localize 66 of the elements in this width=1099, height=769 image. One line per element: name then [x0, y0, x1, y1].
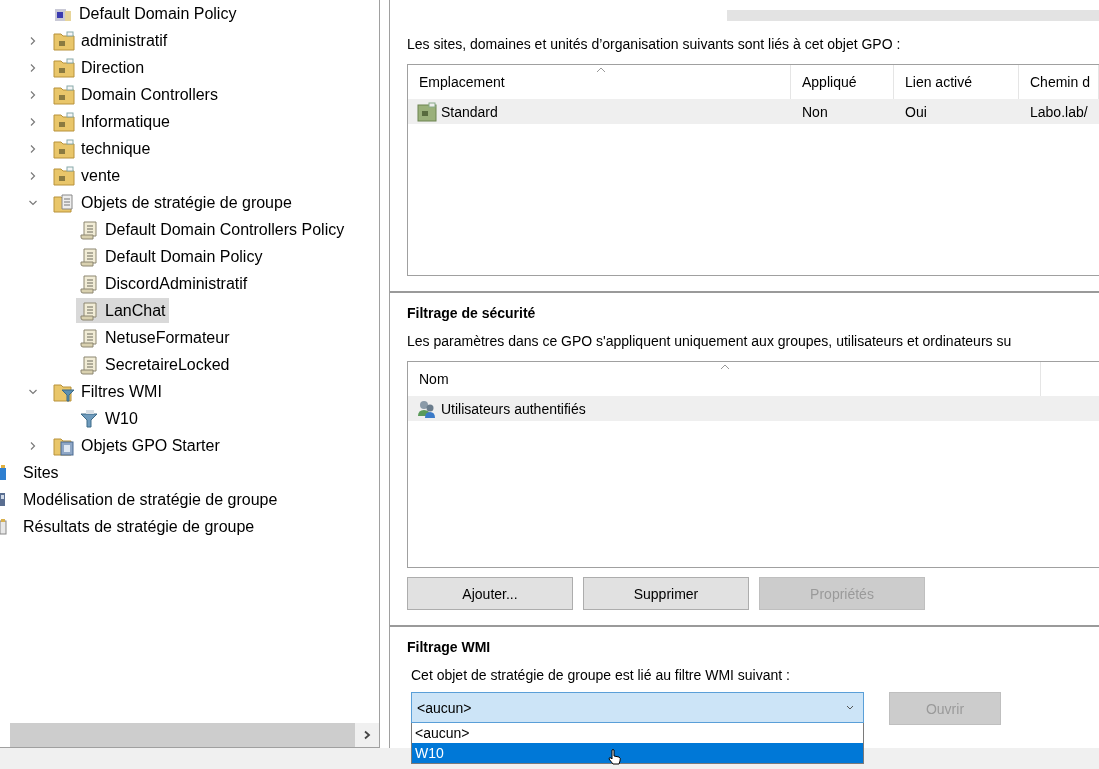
folder-icon: [53, 165, 75, 186]
tree-item[interactable]: Default Domain Controllers Policy: [76, 217, 348, 242]
tree-item[interactable]: Modélisation de stratégie de groupe: [0, 487, 281, 512]
tree-item[interactable]: SecretaireLocked: [76, 352, 233, 377]
tree-item[interactable]: administratif: [50, 28, 171, 53]
tree-item[interactable]: Objets GPO Starter: [50, 433, 223, 458]
chevron-icon[interactable]: [28, 116, 38, 127]
tree-item[interactable]: W10: [76, 406, 141, 431]
horizontal-scrollbar[interactable]: [10, 723, 379, 747]
section-title: Filtrage de sécurité: [407, 304, 537, 323]
folder-icon: [53, 138, 75, 159]
chevron-icon[interactable]: [28, 89, 38, 100]
folder-document-icon: [53, 435, 75, 456]
scroll-document-icon: [79, 300, 99, 321]
table-cell: Standard: [441, 103, 498, 120]
description-text: Les sites, domaines et unités d’organisation suivants sont liés à cet objet GPO :: [407, 35, 902, 53]
sites-icon: [0, 463, 8, 482]
scroll-document-icon: [79, 273, 99, 294]
funnel-icon: [79, 408, 99, 429]
tree-item[interactable]: LanChat: [76, 298, 169, 323]
users-icon: [417, 398, 437, 419]
table-cell: Utilisateurs authentifiés: [441, 400, 586, 417]
action-button[interactable]: Supprimer: [583, 577, 749, 610]
tree-item[interactable]: Sites: [0, 460, 62, 485]
folder-document-icon: [53, 192, 75, 213]
table-cell: Non: [802, 103, 828, 120]
scroll-document-icon: [79, 354, 99, 375]
tree-item[interactable]: vente: [50, 163, 124, 188]
table-row[interactable]: Standard Non Oui Labo.lab/: [408, 99, 1099, 124]
tree-item[interactable]: Direction: [50, 55, 148, 80]
description-text: Les paramètres dans ce GPO s'appliquent uniquement aux groupes, utilisateurs et ordinateurs su: [407, 332, 1013, 350]
scroll-document-icon: [79, 246, 99, 267]
folder-icon: [53, 30, 75, 51]
folder-funnel-icon: [53, 381, 75, 402]
dropdown-option[interactable]: W10: [412, 743, 863, 763]
scroll-document-icon: [79, 219, 99, 240]
folder-icon: [53, 57, 75, 78]
tree-item[interactable]: Objets de stratégie de groupe: [50, 190, 295, 215]
dropdown-option[interactable]: <aucun>: [412, 723, 863, 743]
chevron-icon[interactable]: [28, 170, 38, 181]
action-button[interactable]: Ajouter...: [407, 577, 573, 610]
folder-icon: [53, 111, 75, 132]
wmi-filter-dropdown[interactable]: <aucun>: [411, 692, 864, 723]
tree-item[interactable]: Default Domain Policy: [76, 244, 266, 269]
table-cell: Oui: [905, 103, 927, 120]
tree-item[interactable]: Résultats de stratégie de groupe: [0, 514, 258, 539]
section-title: Filtrage WMI: [407, 638, 492, 657]
tree-item[interactable]: NetuseFormateur: [76, 325, 233, 350]
table-row[interactable]: Utilisateurs authentifiés: [408, 396, 1099, 421]
tree-item[interactable]: technique: [50, 136, 154, 161]
tree-item[interactable]: Default Domain Policy: [50, 1, 240, 26]
folder-icon: [417, 101, 437, 122]
tree-item[interactable]: Filtres WMI: [50, 379, 165, 404]
chevron-icon[interactable]: [28, 440, 38, 451]
tree-item[interactable]: Informatique: [50, 109, 173, 134]
report-icon: [0, 517, 8, 536]
chevron-icon[interactable]: [28, 62, 38, 73]
table-cell: Labo.lab/: [1030, 103, 1088, 120]
chevron-icon[interactable]: [28, 143, 38, 154]
modeling-icon: [0, 490, 8, 509]
tree-item[interactable]: DiscordAdministratif: [76, 271, 251, 296]
tree-item[interactable]: Domain Controllers: [50, 82, 221, 107]
folder-icon: [53, 84, 75, 105]
scroll-document-icon: [79, 327, 99, 348]
description-text: Cet objet de stratégie de groupe est lié au filtre WMI suivant :: [411, 666, 791, 684]
chevron-icon[interactable]: [28, 35, 38, 46]
